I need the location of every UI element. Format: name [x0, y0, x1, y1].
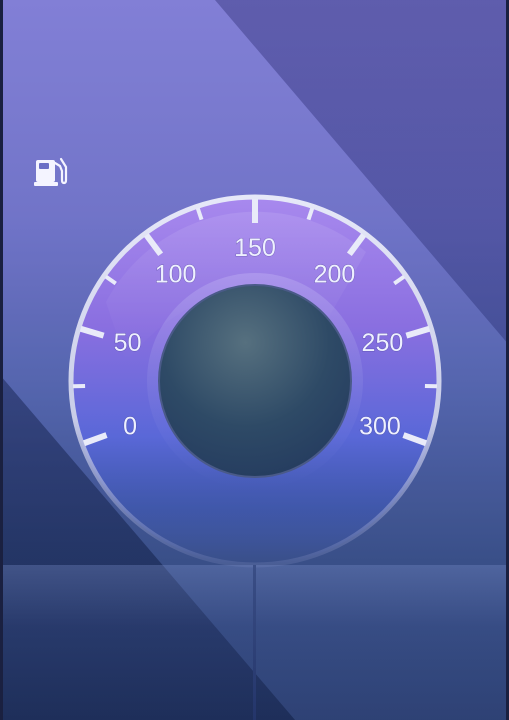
bottom-right-button[interactable]: [256, 565, 506, 720]
speed-label-150: 150: [234, 234, 276, 262]
speed-label-300: 300: [359, 412, 401, 440]
speed-label-0: 0: [123, 412, 137, 440]
speed-label-200: 200: [314, 260, 356, 288]
bottom-left-button[interactable]: [3, 565, 253, 720]
speed-label-50: 50: [114, 329, 142, 357]
speed-gauge: 0 50 100 150 200 250 300: [66, 192, 444, 570]
gauge-hub: [158, 284, 352, 478]
bottom-panel: [3, 565, 506, 720]
speed-label-100: 100: [155, 260, 197, 288]
speedometer-screen: 0 50 100 150 200 250 300: [0, 0, 509, 720]
fuel-pump-icon[interactable]: [33, 153, 69, 189]
speed-label-250: 250: [362, 329, 404, 357]
